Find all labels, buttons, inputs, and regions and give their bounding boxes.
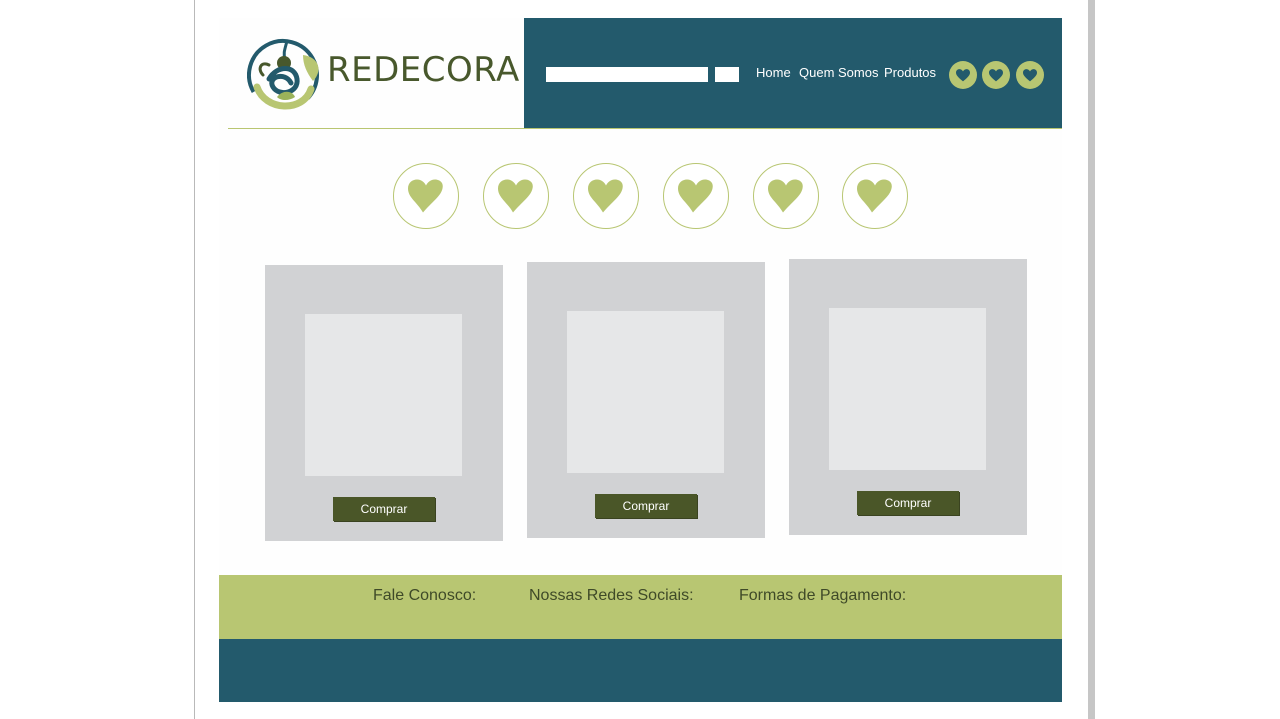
heart-icon xyxy=(857,179,892,213)
footer-bottom-bar xyxy=(219,639,1062,702)
logo[interactable]: REDECORA xyxy=(228,18,524,128)
category-button-6[interactable] xyxy=(842,163,908,229)
heart-icon xyxy=(1023,68,1037,81)
search-button[interactable] xyxy=(715,67,739,82)
product-card-1[interactable]: Comprar xyxy=(265,265,503,541)
nav-produtos[interactable]: Produtos xyxy=(884,65,936,80)
footer-contact-heading[interactable]: Fale Conosco: xyxy=(373,587,476,605)
buy-button-2[interactable]: Comprar xyxy=(595,494,697,518)
social-link-1[interactable] xyxy=(949,61,977,89)
category-button-2[interactable] xyxy=(483,163,549,229)
category-button-5[interactable] xyxy=(753,163,819,229)
brand-name: REDECORA xyxy=(327,50,520,90)
product-image-placeholder[interactable] xyxy=(829,308,986,470)
heart-icon xyxy=(956,68,970,81)
buy-button-1[interactable]: Comprar xyxy=(333,497,435,521)
nav-quem-somos[interactable]: Quem Somos xyxy=(799,65,878,80)
category-button-4[interactable] xyxy=(663,163,729,229)
footer-links-bar: Fale Conosco: Nossas Redes Sociais: Form… xyxy=(219,575,1062,639)
header-divider xyxy=(228,128,1062,129)
heart-icon xyxy=(989,68,1003,81)
product-image-placeholder[interactable] xyxy=(305,314,462,476)
social-link-3[interactable] xyxy=(1016,61,1044,89)
top-navigation-bar: Home Quem Somos Produtos xyxy=(524,18,1062,128)
social-link-2[interactable] xyxy=(982,61,1010,89)
logo-mark-icon xyxy=(247,39,319,111)
document-left-border xyxy=(194,0,195,719)
footer-payment-heading[interactable]: Formas de Pagamento: xyxy=(739,587,906,605)
heart-icon xyxy=(768,179,803,213)
search-input[interactable] xyxy=(546,67,708,82)
heart-icon xyxy=(588,179,623,213)
category-button-3[interactable] xyxy=(573,163,639,229)
footer-social-heading[interactable]: Nossas Redes Sociais: xyxy=(529,587,694,605)
product-image-placeholder[interactable] xyxy=(567,311,724,473)
document-scrollbar[interactable] xyxy=(1088,0,1095,719)
nav-home[interactable]: Home xyxy=(756,65,791,80)
category-button-1[interactable] xyxy=(393,163,459,229)
buy-button-3[interactable]: Comprar xyxy=(857,491,959,515)
heart-icon xyxy=(408,179,443,213)
heart-icon xyxy=(498,179,533,213)
product-card-2[interactable]: Comprar xyxy=(527,262,765,538)
heart-icon xyxy=(678,179,713,213)
product-card-3[interactable]: Comprar xyxy=(789,259,1027,535)
